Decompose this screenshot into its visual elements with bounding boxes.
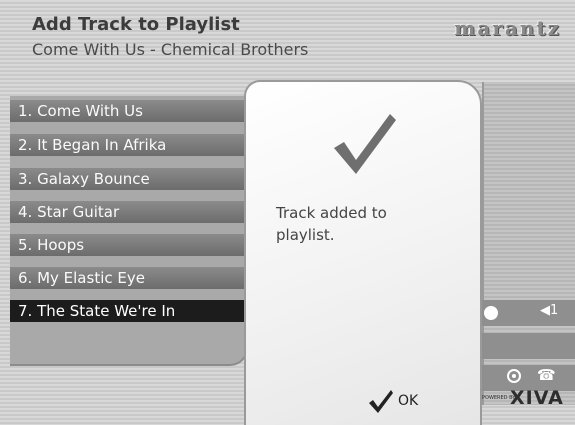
ok-check-icon	[369, 390, 393, 413]
track-item-6[interactable]: 6. My Elastic Eye	[10, 267, 246, 289]
status-dot-icon[interactable]	[484, 306, 498, 320]
track-item-5[interactable]: 5. Hoops	[10, 234, 246, 256]
dialog-message: Track added to playlist.	[276, 204, 387, 244]
brand-logo: marantz	[454, 16, 561, 40]
checkmark-icon	[334, 114, 396, 174]
track-item-3[interactable]: 3. Galaxy Bounce	[10, 168, 246, 190]
phone-icon[interactable]: ☎	[537, 366, 556, 384]
ok-button[interactable]: OK	[368, 385, 438, 417]
speaker-icon[interactable]: ◀1	[540, 303, 558, 318]
control-bar	[470, 333, 575, 359]
screen: Add Track to Playlist Come With Us - Che…	[0, 0, 575, 425]
page-title: Add Track to Playlist	[32, 14, 240, 35]
track-item-7[interactable]: 7. The State We're In	[10, 300, 246, 322]
ok-label: OK	[398, 393, 419, 409]
disc-icon[interactable]	[507, 369, 521, 383]
track-item-4[interactable]: 4. Star Guitar	[10, 201, 246, 223]
track-item-2[interactable]: 2. It Began In Afrika	[10, 134, 246, 156]
album-subtitle: Come With Us - Chemical Brothers	[32, 40, 309, 59]
track-item-1[interactable]: 1. Come With Us	[10, 100, 246, 122]
xiva-logo: XIVA	[510, 387, 564, 409]
